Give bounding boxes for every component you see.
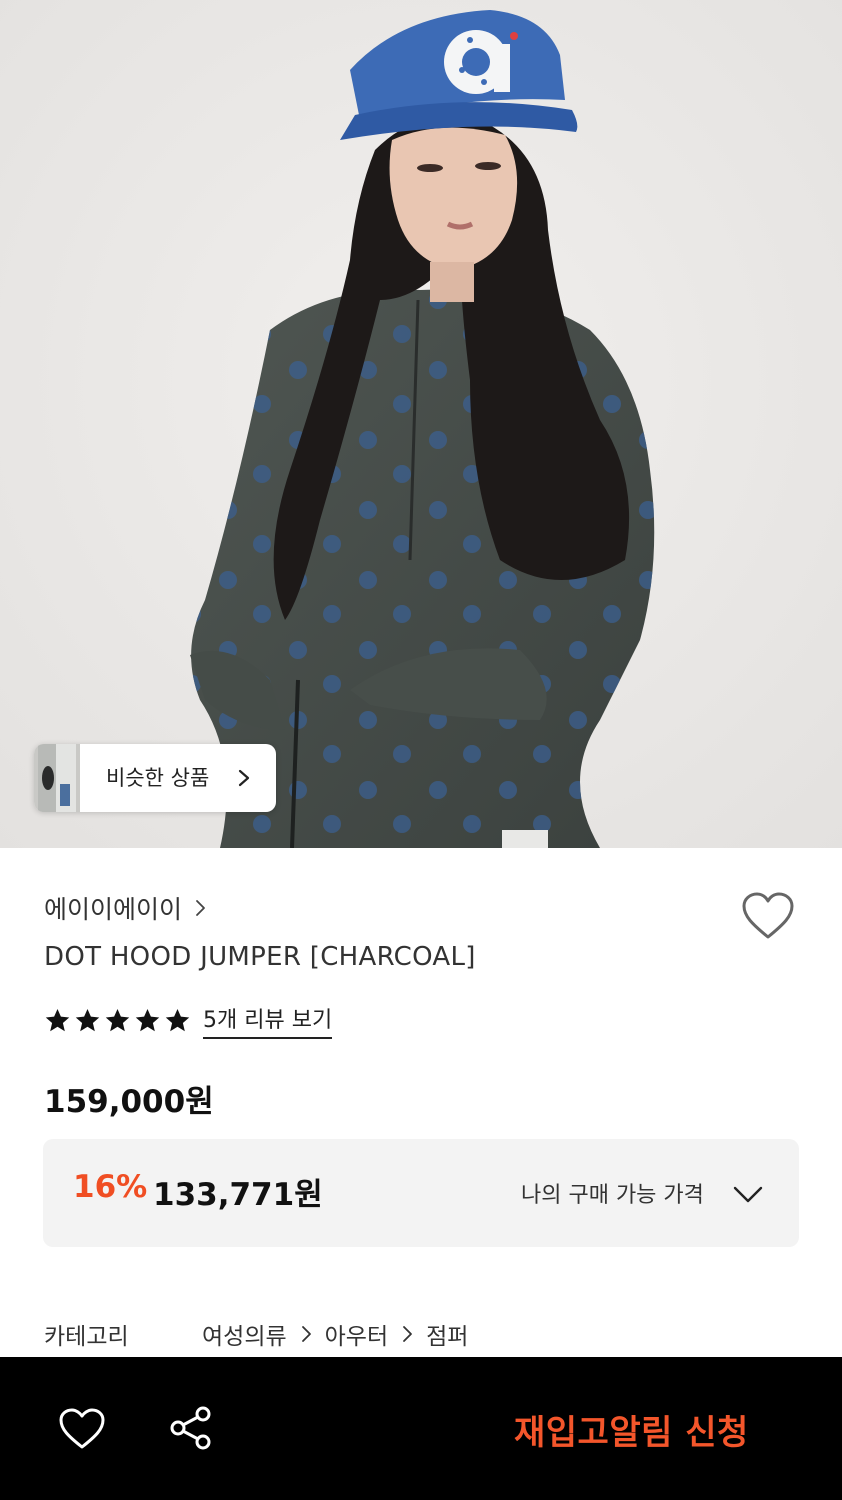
star-icon — [165, 1008, 190, 1031]
chevron-right-icon — [238, 769, 250, 787]
brand-name: 에이이에이이 — [44, 895, 183, 924]
brand-link[interactable]: 에이이에이이 — [44, 888, 210, 928]
reviews-link[interactable]: 5개 리뷰 보기 — [203, 1002, 333, 1039]
star-icon — [45, 1008, 70, 1031]
discounted-price: 133,771원 — [153, 1177, 323, 1213]
original-price: 159,000원 — [44, 1084, 214, 1120]
my-price-label: 나의 구매 가능 가격 — [521, 1183, 704, 1208]
category-item-jumper[interactable]: 점퍼 — [426, 1317, 468, 1351]
restock-alert-button[interactable]: 재입고알림 신청 — [514, 1405, 749, 1454]
product-photo — [0, 0, 842, 848]
category-label: 카테고리 — [44, 1324, 129, 1350]
heart-outline-icon[interactable] — [740, 890, 796, 942]
chevron-right-icon — [403, 1326, 413, 1342]
discount-rate: 16% — [73, 1169, 148, 1205]
my-price-panel[interactable]: 16% 133,771원 나의 구매 가능 가격 — [43, 1139, 799, 1247]
category-row: 카테고리 여성의류 아우터 점퍼 — [44, 1316, 468, 1352]
chevron-down-icon[interactable] — [731, 1177, 765, 1211]
bottom-action-bar: 재입고알림 신청 — [0, 1357, 842, 1500]
chevron-right-icon — [301, 1326, 311, 1342]
product-title: DOT HOOD JUMPER [CHARCOAL] — [44, 942, 476, 972]
share-icon[interactable] — [168, 1405, 214, 1451]
similar-products-label: 비슷한 상품 — [106, 766, 210, 790]
category-item-outer[interactable]: 아우터 — [325, 1317, 388, 1351]
category-item-women[interactable]: 여성의류 — [202, 1317, 287, 1351]
heart-outline-icon[interactable] — [58, 1407, 106, 1451]
rating-stars — [44, 1007, 191, 1034]
star-icon — [105, 1008, 130, 1031]
chevron-right-icon — [196, 900, 205, 916]
rating-row: 5개 리뷰 보기 — [44, 1002, 333, 1039]
product-hero-image[interactable]: 비슷한 상품 — [0, 0, 842, 848]
star-icon — [135, 1008, 160, 1031]
similar-product-thumbnail — [34, 744, 80, 812]
similar-products-button[interactable]: 비슷한 상품 — [34, 744, 276, 812]
star-icon — [75, 1008, 100, 1031]
